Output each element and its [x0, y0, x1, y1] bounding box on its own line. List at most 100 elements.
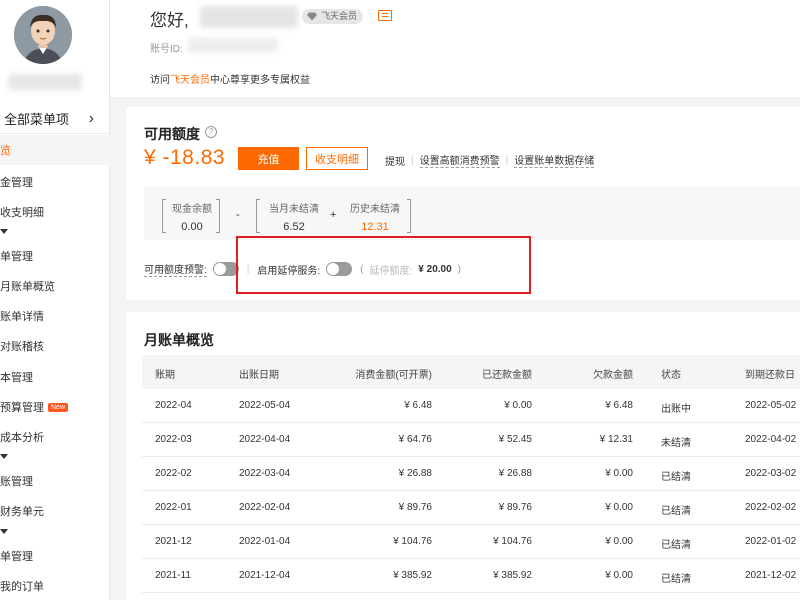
sidebar-item-cost-analysis[interactable]: 成本分析	[0, 422, 110, 452]
table-row[interactable]: 2022-01 2022-02-04 ¥ 89.76 ¥ 89.76 ¥ 0.00 已结清…	[142, 491, 800, 525]
cell-bill-date: 2022-01-04	[239, 536, 291, 547]
sidebar-item-overview[interactable]: 览	[0, 135, 110, 165]
cell-spend: ¥ 385.92	[393, 570, 432, 581]
cell-bill-date: 2022-03-04	[239, 468, 291, 479]
table-row[interactable]: 2021-12 2022-01-04 ¥ 104.76 ¥ 104.76 ¥ 0.00 已…	[142, 525, 800, 559]
cell-due-date: 2022-03-02	[745, 468, 797, 479]
username-blurred	[200, 6, 298, 28]
sidebar-item-label: 览	[0, 145, 11, 157]
sidebar-item-label: 财务单元	[0, 506, 44, 518]
cell-period: 2021-11	[155, 570, 191, 581]
cell-owed: ¥ 0.00	[605, 468, 633, 479]
cell-period: 2021-12	[155, 536, 192, 547]
table-row[interactable]: 2022-04 2022-05-04 ¥ 6.48 ¥ 0.00 ¥ 6.48 出账中 20…	[142, 389, 800, 423]
cell-due-date: 2022-02-02	[745, 502, 797, 513]
avatar[interactable]	[14, 6, 72, 64]
cell-status: 已结清	[661, 506, 691, 517]
cell-bill-date: 2022-02-04	[239, 502, 291, 513]
col-bill-date: 出账日期	[239, 370, 279, 381]
minus-sign: -	[236, 209, 240, 221]
visit-suffix: 中心尊享更多专属权益	[210, 75, 310, 86]
sidebar-item-label: 账管理	[0, 476, 33, 488]
vip-center-link[interactable]: 飞天会员	[170, 75, 210, 86]
col-paid: 已还款金额	[482, 370, 532, 381]
col-due-date: 到期还款日	[745, 370, 795, 381]
cell-period: 2022-02	[155, 468, 192, 479]
cell-bill-date: 2021-12-04	[239, 570, 291, 581]
col-spend: 消费金额(可开票)	[355, 370, 432, 381]
cash-balance-value: 0.00	[181, 221, 203, 233]
sidebar-item-accounts[interactable]: 账管理	[0, 466, 110, 496]
credit-title: 可用额度	[144, 126, 200, 142]
credit-alert-toggle[interactable]	[212, 262, 239, 276]
caret-down-icon	[0, 229, 8, 234]
cell-period: 2022-03	[155, 434, 192, 445]
sidebar-item-label: 成本分析	[0, 432, 44, 444]
id-card-icon[interactable]	[378, 10, 392, 21]
sidebar-item-label: 金管理	[0, 177, 33, 189]
account-header: 您好, 飞天会员 账号ID: 访问飞天会员中心尊享更多专属权益	[110, 0, 800, 97]
table-row[interactable]: 2022-02 2022-03-04 ¥ 26.88 ¥ 26.88 ¥ 0.00 已结清…	[142, 457, 800, 491]
table-row[interactable]: 2021-11 2021-12-04 ¥ 385.92 ¥ 385.92 ¥ 0.00 已…	[142, 559, 800, 593]
col-period: 账期	[155, 370, 175, 381]
sidebar-item-monthly-overview[interactable]: 月账单概览	[0, 271, 110, 301]
cell-bill-date: 2022-05-04	[239, 400, 291, 411]
monthly-bill-card: 月账单概览 账期 出账日期 消费金额(可开票) 已还款金额 欠款金额 状态 到期…	[126, 312, 800, 600]
cell-spend: ¥ 26.88	[398, 468, 432, 479]
visit-prefix: 访问	[150, 75, 170, 86]
diamond-icon	[307, 12, 317, 21]
withdraw-link[interactable]: 提现	[385, 153, 405, 168]
spending-alert-link[interactable]: 设置高额消费预警	[419, 152, 500, 168]
sidebar-item-bill-details[interactable]: 账单详情	[0, 301, 110, 331]
chevron-right-icon: ›	[88, 110, 94, 127]
sidebar-item-label: 对账稽核	[0, 341, 44, 353]
cell-paid: ¥ 385.92	[493, 570, 532, 581]
all-menu-toggle[interactable]: 全部菜单项 ›	[0, 104, 110, 134]
avatar-icon	[14, 6, 72, 64]
sidebar-item-bills[interactable]: 单管理	[0, 241, 110, 271]
cell-status: 已结清	[661, 472, 691, 483]
cell-paid: ¥ 0.00	[504, 400, 532, 411]
help-icon[interactable]: ?	[205, 126, 217, 138]
bracket-right	[216, 199, 220, 233]
caret-down-icon	[0, 454, 8, 459]
sidebar-item-funds[interactable]: 金管理	[0, 167, 110, 197]
cell-owed: ¥ 6.48	[605, 400, 633, 411]
cell-owed: ¥ 0.00	[605, 502, 633, 513]
plus-sign: +	[330, 209, 337, 221]
bracket-left	[256, 199, 260, 233]
cell-status: 已结清	[661, 540, 691, 551]
cell-spend: ¥ 89.76	[398, 502, 432, 513]
history-unsettled-label: 历史未结清	[350, 204, 400, 215]
credit-links: 提现 | 设置高额消费预警 | 设置账单数据存储	[385, 152, 595, 168]
sidebar-item-label: 单管理	[0, 251, 33, 263]
col-status: 状态	[661, 370, 681, 381]
sidebar-item-budget[interactable]: 预算管理 New	[0, 392, 110, 422]
table-row[interactable]: 2022-03 2022-04-04 ¥ 64.76 ¥ 52.45 ¥ 12.31 未结…	[142, 423, 800, 457]
transactions-button[interactable]: 收支明细	[306, 147, 368, 170]
recharge-button[interactable]: 充值	[238, 147, 299, 170]
available-balance: ¥ -18.83	[144, 146, 226, 169]
cell-owed: ¥ 0.00	[605, 570, 633, 581]
sidebar-item-orders-group[interactable]: 单管理	[0, 541, 110, 571]
bracket-left	[162, 199, 166, 233]
sidebar-item-cost[interactable]: 本管理	[0, 362, 110, 392]
link-divider: |	[505, 154, 509, 166]
sidebar-item-label: 预算管理	[0, 402, 44, 414]
sidebar-item-transactions[interactable]: 收支明细	[0, 197, 110, 227]
sidebar-item-my-orders[interactable]: 我的订单	[0, 571, 110, 600]
table-header: 账期 出账日期 消费金额(可开票) 已还款金额 欠款金额 状态 到期还款日	[142, 355, 800, 389]
bill-storage-link[interactable]: 设置账单数据存储	[514, 152, 595, 168]
cell-spend: ¥ 64.76	[398, 434, 432, 445]
caret-down-icon	[0, 529, 8, 534]
username-blurred	[8, 74, 82, 90]
sidebar-item-reconciliation[interactable]: 对账稽核	[0, 331, 110, 361]
cash-balance-label: 现金余额	[172, 204, 212, 215]
all-menu-label: 全部菜单项	[4, 112, 70, 127]
sidebar-item-finance-unit[interactable]: 财务单元	[0, 496, 110, 526]
cell-period: 2022-04	[155, 400, 192, 411]
cell-spend: ¥ 6.48	[404, 400, 432, 411]
vip-badge[interactable]: 飞天会员	[302, 9, 364, 24]
vip-promo-text: 访问飞天会员中心尊享更多专属权益	[150, 71, 310, 86]
sidebar-item-label: 收支明细	[0, 207, 44, 219]
